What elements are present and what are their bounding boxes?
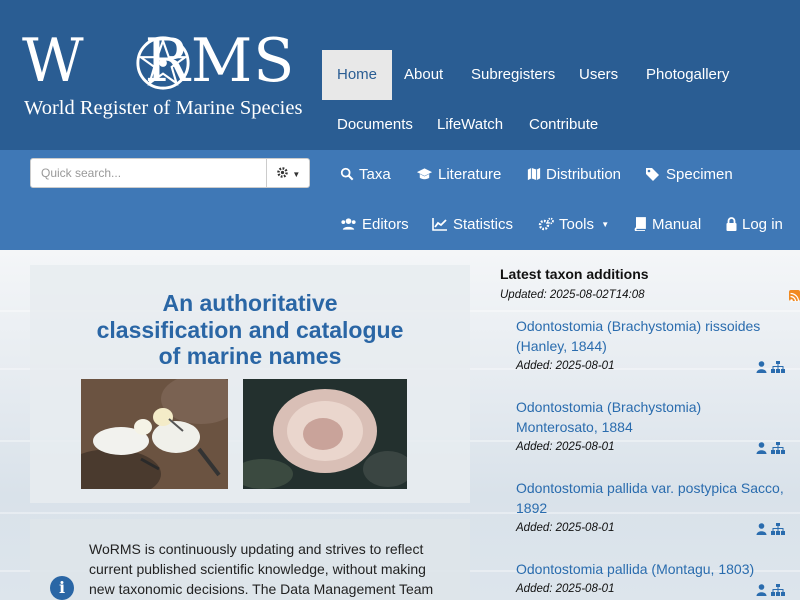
taxon-item: Odontostomia (Brachystomia) Monterosato,… <box>516 397 786 454</box>
person-icon[interactable] <box>756 584 767 596</box>
taxon-added-date: Added: 2025-08-01 <box>516 360 615 372</box>
nav-photogallery[interactable]: Photogallery <box>631 50 744 100</box>
nav-about[interactable]: About <box>389 50 458 100</box>
info-panel: i WoRMS is continuously updating and str… <box>30 519 470 600</box>
photo-gannets[interactable] <box>81 379 228 489</box>
lock-icon <box>726 217 737 231</box>
quick-search-input[interactable] <box>30 158 267 188</box>
taxon-link[interactable]: Odontostomia (Brachystomia) Monterosato,… <box>516 397 786 437</box>
subnav-statistics[interactable]: Statistics <box>432 200 513 250</box>
worms-logo[interactable]: W RMS World Register of Marine Species <box>22 30 317 125</box>
latest-additions-title: Latest taxon additions <box>500 266 649 282</box>
search-icon <box>340 167 354 181</box>
graduation-cap-icon <box>416 168 433 180</box>
intro-panel: An authoritative classification and cata… <box>30 265 470 503</box>
subnav-manual[interactable]: Manual <box>634 200 701 250</box>
subnav-login[interactable]: Log in <box>726 200 783 250</box>
sitemap-icon[interactable] <box>771 523 786 535</box>
subnav-taxa[interactable]: Taxa <box>340 150 391 200</box>
rss-icon[interactable] <box>789 290 800 302</box>
tagline: An authoritative classification and cata… <box>96 290 404 369</box>
sea-star-icon <box>136 36 190 90</box>
sitemap-icon[interactable] <box>771 361 786 373</box>
map-icon <box>527 167 541 181</box>
site-header: W RMS World Register of Marine Species Ho… <box>0 0 800 150</box>
secondary-navigation: ▼ Taxa Literature Distribution Specimen … <box>0 150 800 250</box>
nav-documents[interactable]: Documents <box>322 100 428 150</box>
info-icon: i <box>50 576 74 600</box>
taxon-actions <box>756 441 786 455</box>
subnav-specimen[interactable]: Specimen <box>645 150 733 200</box>
person-icon[interactable] <box>756 442 767 454</box>
taxon-added-date: Added: 2025-08-01 <box>516 522 615 534</box>
taxon-actions <box>756 522 786 536</box>
taxon-actions <box>756 583 786 597</box>
taxon-item: Odontostomia pallida (Montagu, 1803) Add… <box>516 559 786 596</box>
gear-icon <box>276 167 288 178</box>
latest-updated: Updated: 2025-08-02T14:08 <box>500 289 645 301</box>
logo-subtitle: World Register of Marine Species <box>24 97 303 119</box>
quick-search: ▼ <box>30 158 310 188</box>
sitemap-icon[interactable] <box>771 442 786 454</box>
users-icon <box>341 218 356 230</box>
subnav-tools[interactable]: Tools ▼ <box>538 200 609 250</box>
taxon-actions <box>756 360 786 374</box>
sitemap-icon[interactable] <box>771 584 786 596</box>
taxon-added-date: Added: 2025-08-01 <box>516 583 615 595</box>
caret-down-icon: ▼ <box>601 220 610 229</box>
search-options-button[interactable]: ▼ <box>266 158 310 188</box>
chevron-down-icon: ▼ <box>292 170 301 179</box>
main-content: An authoritative classification and cata… <box>0 250 800 600</box>
book-icon <box>634 217 646 232</box>
subnav-literature[interactable]: Literature <box>416 150 501 200</box>
taxon-link[interactable]: Odontostomia pallida var. postypica Sacc… <box>516 478 786 518</box>
photo-sea-creature[interactable] <box>243 379 407 489</box>
nav-users[interactable]: Users <box>564 50 633 100</box>
tags-icon <box>646 168 659 181</box>
subnav-distribution[interactable]: Distribution <box>527 150 621 200</box>
subnav-editors[interactable]: Editors <box>340 200 409 250</box>
taxon-item: Odontostomia pallida var. postypica Sacc… <box>516 478 786 535</box>
taxon-item: Odontostomia (Brachystomia) rissoides (H… <box>516 316 786 373</box>
nav-home[interactable]: Home <box>322 50 393 100</box>
nav-subregisters[interactable]: Subregisters <box>456 50 570 100</box>
person-icon[interactable] <box>756 523 767 535</box>
person-icon[interactable] <box>756 361 767 373</box>
cogs-icon <box>538 217 554 231</box>
nav-contribute[interactable]: Contribute <box>514 100 613 150</box>
taxon-link[interactable]: Odontostomia (Brachystomia) rissoides (H… <box>516 316 786 356</box>
main-navigation: Home About Subregisters Users Photogalle… <box>322 50 800 150</box>
nav-lifewatch[interactable]: LifeWatch <box>422 100 518 150</box>
taxon-link[interactable]: Odontostomia pallida (Montagu, 1803) <box>516 559 786 579</box>
info-text: WoRMS is continuously updating and striv… <box>89 541 434 597</box>
taxon-added-date: Added: 2025-08-01 <box>516 441 615 453</box>
line-chart-icon <box>432 218 447 231</box>
